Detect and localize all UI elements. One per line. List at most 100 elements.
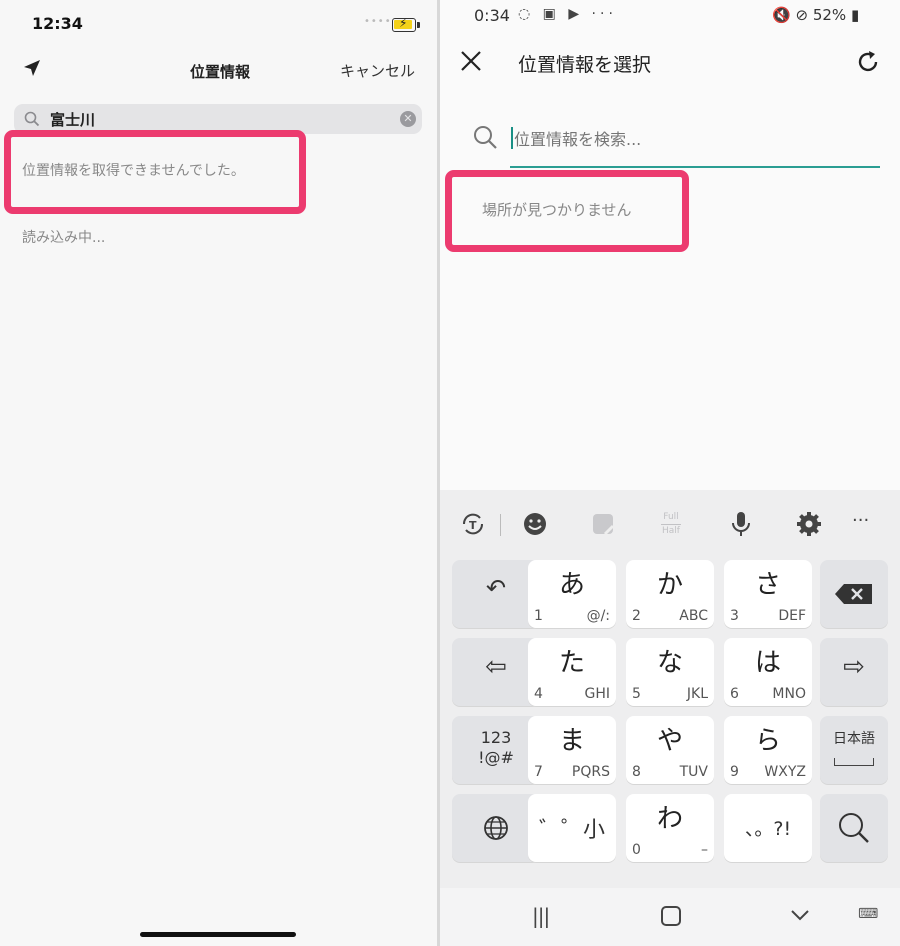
key-label: ま xyxy=(558,726,585,756)
key-sub: GHI xyxy=(584,686,610,702)
recent-apps-icon[interactable]: ||| xyxy=(532,904,550,928)
space-icon xyxy=(834,758,874,766)
close-icon[interactable] xyxy=(458,48,484,74)
globe-icon xyxy=(484,816,508,840)
search-input[interactable] xyxy=(514,126,874,152)
search-icon xyxy=(474,126,497,149)
undo-key[interactable]: ↶ xyxy=(452,560,540,628)
key-ka[interactable]: か 2 ABC xyxy=(626,560,714,628)
arrow-right-icon: ⇨ xyxy=(843,652,865,682)
status-right: 🔇 ⊘ 52% ▮ xyxy=(772,6,859,24)
arrow-left-icon: ⇦ xyxy=(485,652,507,682)
key-label: か xyxy=(656,570,683,600)
key-punctuation[interactable]: 、。?! xyxy=(724,794,812,862)
key-sub: – xyxy=(701,842,708,858)
key-label: わ xyxy=(656,804,683,834)
cancel-button[interactable]: キャンセル xyxy=(340,60,415,81)
key-ma[interactable]: ま 7 PQRS xyxy=(528,716,616,784)
keyboard-icon[interactable]: ⌨ xyxy=(858,906,878,922)
key-sub: WXYZ xyxy=(764,764,806,780)
backspace-icon xyxy=(835,584,872,604)
microphone-icon[interactable] xyxy=(726,509,756,539)
key-label: 123 !@# xyxy=(478,728,514,767)
battery-icon: ⚡ xyxy=(392,16,420,32)
key-label: な xyxy=(656,648,683,678)
key-label: 日本語 xyxy=(833,731,875,747)
key-label: は xyxy=(754,648,781,678)
search-underline xyxy=(510,166,880,168)
key-number: 8 xyxy=(632,764,641,780)
numbers-key[interactable]: 123 !@# xyxy=(452,716,540,784)
toolbar-separator xyxy=(500,514,501,536)
key-number: 6 xyxy=(730,686,739,702)
key-sub: TUV xyxy=(679,764,708,780)
cursor-right-key[interactable]: ⇨ xyxy=(820,638,888,706)
key-number: 5 xyxy=(632,686,641,702)
space-key[interactable]: 日本語 xyxy=(820,716,888,784)
android-screen: 0:34 ◌ ▣ ▶ ··· 🔇 ⊘ 52% ▮ 位置情報を選択 場所が見つかり… xyxy=(440,0,900,946)
half-label: Half xyxy=(662,526,680,536)
sticker-icon[interactable] xyxy=(588,509,618,539)
key-ya[interactable]: や 8 TUV xyxy=(626,716,714,784)
key-number: 1 xyxy=(534,608,543,624)
search-icon xyxy=(839,813,869,843)
more-icon[interactable]: ··· xyxy=(852,510,882,540)
home-indicator[interactable] xyxy=(140,932,296,937)
mute-icon: 🔇 xyxy=(772,6,791,24)
clear-icon[interactable]: ✕ xyxy=(400,111,416,127)
battery-icon: ▮ xyxy=(850,6,860,24)
highlight-box xyxy=(445,170,689,252)
loading-message: 読み込み中... xyxy=(22,230,106,246)
location-arrow-icon[interactable] xyxy=(22,58,42,78)
settings-icon[interactable] xyxy=(794,509,824,539)
dnd-icon: ⊘ xyxy=(795,6,809,24)
page-title: 位置情報を選択 xyxy=(518,54,652,76)
status-time: 0:34 xyxy=(474,6,510,25)
key-ha[interactable]: は 6 MNO xyxy=(724,638,812,706)
key-number: 0 xyxy=(632,842,641,858)
key-wa[interactable]: わ 0 – xyxy=(626,794,714,862)
battery-text: 52% xyxy=(812,6,847,24)
key-number: 3 xyxy=(730,608,739,624)
highlight-box xyxy=(4,130,306,214)
text-convert-icon[interactable]: T xyxy=(458,509,488,539)
refresh-icon[interactable] xyxy=(854,48,882,76)
key-label: あ xyxy=(558,570,585,600)
language-key[interactable] xyxy=(452,794,540,862)
key-dakuten[interactable]: ゛゜小 xyxy=(528,794,616,862)
key-label: さ xyxy=(754,570,781,600)
key-ra[interactable]: ら 9 WXYZ xyxy=(724,716,812,784)
key-number: 2 xyxy=(632,608,641,624)
key-a[interactable]: あ 1 @/: xyxy=(528,560,616,628)
page-title: 位置情報 xyxy=(189,63,250,81)
key-number: 7 xyxy=(534,764,543,780)
notification-icons: ◌ ▣ ▶ ··· xyxy=(518,6,617,22)
key-sub: JKL xyxy=(686,686,708,702)
keyboard: T Full Half ··· ↶ あ 1 @/: か 2 ABC さ 3 DE… xyxy=(440,490,900,888)
key-ta[interactable]: た 4 GHI xyxy=(528,638,616,706)
search-input[interactable]: 富士川 xyxy=(50,109,95,130)
search-icon xyxy=(24,111,40,127)
key-number: 4 xyxy=(534,686,543,702)
search-key[interactable] xyxy=(820,794,888,862)
home-icon[interactable] xyxy=(661,906,681,926)
signal-dots: •••• xyxy=(364,16,392,27)
full-half-icon[interactable]: Full Half xyxy=(656,512,686,542)
key-sa[interactable]: さ 3 DEF xyxy=(724,560,812,628)
key-sub: ABC xyxy=(679,608,708,624)
full-label: Full xyxy=(663,512,679,522)
cursor-left-key[interactable]: ⇦ xyxy=(452,638,540,706)
chevron-down-icon[interactable] xyxy=(790,908,810,922)
key-label: 、。?! xyxy=(744,818,792,840)
key-sub: MNO xyxy=(772,686,806,702)
emoji-icon[interactable] xyxy=(520,509,550,539)
key-label: や xyxy=(656,726,683,756)
backspace-key[interactable] xyxy=(820,560,888,628)
key-number: 9 xyxy=(730,764,739,780)
key-label: ゛゜小 xyxy=(538,818,605,843)
key-label: た xyxy=(558,648,585,678)
navigation-bar: ||| ⌨ xyxy=(440,888,900,946)
key-na[interactable]: な 5 JKL xyxy=(626,638,714,706)
key-sub: DEF xyxy=(778,608,806,624)
ios-screen: 12:34 •••• ⚡ 位置情報 キャンセル 富士川 ✕ 位置情報を取得できま… xyxy=(0,0,437,946)
